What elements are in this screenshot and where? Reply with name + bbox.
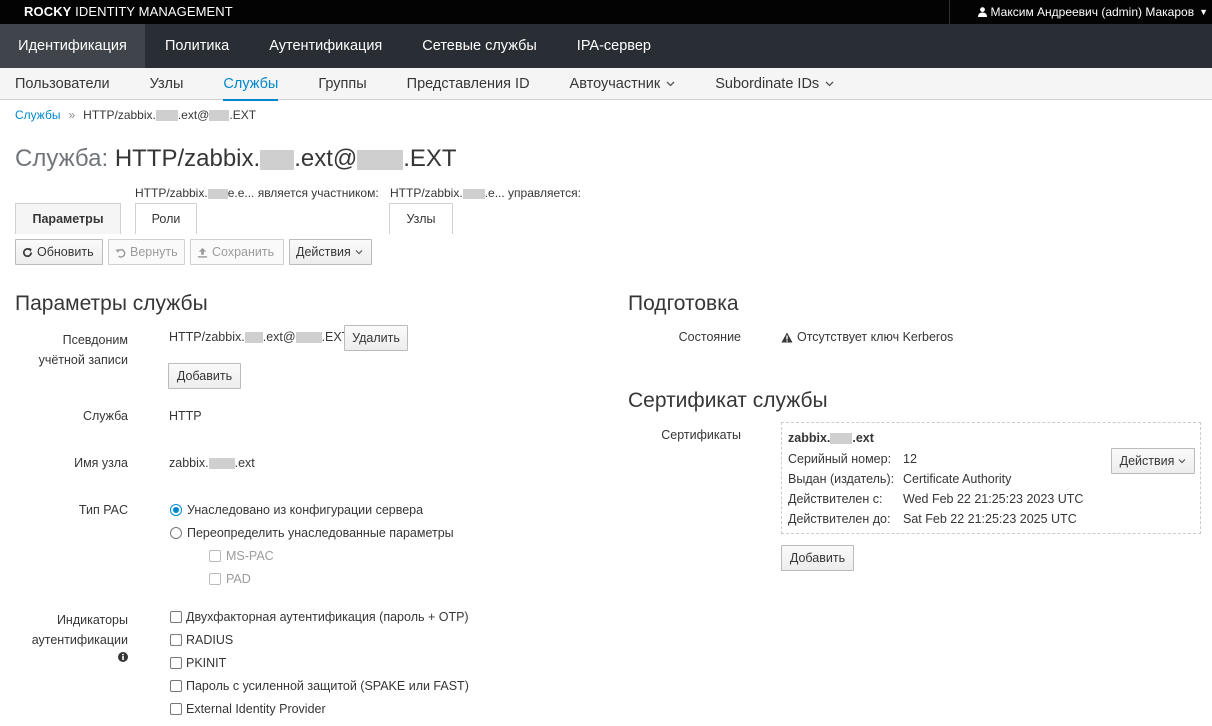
auth-otp-checkbox[interactable] (170, 611, 182, 623)
refresh-button[interactable]: Обновить (15, 239, 103, 265)
service-label: Служба (82, 409, 128, 423)
tab-hosts[interactable]: Узлы (389, 203, 453, 234)
serial-label: Серийный номер: (788, 452, 892, 466)
auth-radius-label: RADIUS (186, 633, 234, 647)
chevron-down-icon (666, 81, 675, 87)
redacted-mask (260, 149, 295, 170)
alias-label: Псевдоним учётной записи (38, 333, 128, 367)
add-alias-button[interactable]: Добавить (168, 363, 241, 389)
issuer-value: Certificate Authority (903, 472, 1012, 486)
tab-settings[interactable]: Параметры (15, 203, 121, 234)
redacted-mask (155, 110, 178, 122)
chevron-down-icon (355, 250, 363, 255)
certificate-card: zabbix. .ext Серийный номер: 12 Выдан (из… (781, 422, 1201, 534)
sub-nav: Пользователи Узлы Службы Группы Представ… (0, 68, 1212, 101)
certificates-label: Сертификаты (661, 428, 741, 442)
pad-label: PAD (226, 572, 251, 586)
state-value: Отсутствует ключ Kerberos (781, 330, 953, 344)
subnav-subordinate-ids[interactable]: Subordinate IDs (695, 68, 854, 100)
subnav-id-views[interactable]: Представления ID (387, 68, 550, 100)
serial-value: 12 (903, 452, 917, 466)
service-value: HTTP (169, 409, 202, 423)
subnav-services[interactable]: Службы (203, 68, 298, 101)
undo-icon (115, 248, 126, 258)
nav-authentication[interactable]: Аутентификация (249, 24, 402, 68)
upload-icon (197, 247, 208, 258)
valid-to-value: Sat Feb 22 21:25:23 2025 UTC (903, 512, 1077, 526)
refresh-icon (23, 247, 32, 257)
breadcrumb: Службы » HTTP/zabbix. .ext@ .EXT (15, 108, 256, 122)
facet-group-member-label: HTTP/zabbix. e.e... является участником: (135, 186, 379, 200)
redacted-mask (462, 188, 485, 199)
auth-idp-label: External Identity Provider (186, 702, 326, 716)
user-menu[interactable]: Максим Андреевич (admin) Макаров ▼ (948, 0, 1212, 24)
actions-dropdown-button[interactable]: Действия (289, 239, 372, 265)
section-title-certificate: Сертификат службы (628, 389, 828, 412)
nav-network-services[interactable]: Сетевые службы (402, 24, 557, 68)
top-bar: ROCKY IDENTITY MANAGEMENT Максим Андреев… (0, 0, 1212, 24)
redacted-mask (209, 110, 230, 122)
chevron-down-icon (825, 81, 834, 87)
subnav-groups[interactable]: Группы (298, 68, 386, 100)
ms-pac-label: MS-PAC (226, 549, 274, 563)
auth-hardened-label: Пароль с усиленной защитой (SPAKE или FA… (186, 679, 469, 693)
subnav-automember[interactable]: Автоучастник (550, 68, 696, 100)
breadcrumb-separator: » (68, 108, 76, 122)
valid-from-value: Wed Feb 22 21:25:23 2023 UTC (903, 492, 1084, 506)
host-name-value: zabbix. .ext (169, 456, 255, 470)
breadcrumb-current: HTTP/zabbix. .ext@ .EXT (83, 108, 257, 122)
user-name: Максим Андреевич (admin) Макаров (990, 5, 1195, 19)
user-icon (977, 7, 987, 17)
pac-inherit-radio[interactable] (170, 504, 182, 516)
section-title-settings: Параметры службы (15, 292, 208, 315)
subnav-hosts[interactable]: Узлы (130, 68, 204, 100)
revert-button[interactable]: Вернуть (108, 239, 185, 265)
host-name-label: Имя узла (74, 456, 128, 470)
redacted-mask (207, 188, 228, 199)
valid-from-label: Действителен с: (788, 492, 883, 506)
pac-inherit-label: Унаследовано из конфигурации сервера (187, 503, 424, 517)
auth-idp-checkbox[interactable] (170, 703, 182, 715)
delete-alias-button[interactable]: Удалить (344, 325, 408, 351)
valid-to-label: Действителен до: (788, 512, 891, 526)
warning-icon (781, 332, 793, 342)
pac-type-label: Тип PAC (78, 503, 128, 517)
facet-group-managed-label: HTTP/zabbix. .e... управляется: (390, 186, 581, 200)
redacted-mask (295, 332, 322, 344)
auth-radius-checkbox[interactable] (170, 634, 182, 646)
nav-identity[interactable]: Идентификация (0, 24, 145, 68)
pac-override-radio[interactable] (170, 527, 182, 539)
alias-value: HTTP/zabbix. .ext@ .EXT (169, 330, 350, 344)
ms-pac-checkbox[interactable] (209, 550, 221, 562)
main-nav: Идентификация Политика Аутентификация Се… (0, 24, 1212, 68)
pad-checkbox[interactable] (209, 573, 221, 585)
auth-indicators-label: Индикаторы аутентификации (31, 613, 128, 647)
subnav-users[interactable]: Пользователи (0, 68, 130, 100)
page-title: Служба: HTTP/zabbix. .ext@ .EXT (15, 145, 457, 172)
tab-roles[interactable]: Роли (135, 203, 197, 234)
chevron-down-icon: ▼ (1199, 7, 1208, 17)
auth-otp-label: Двухфакторная аутентификация (пароль + O… (186, 610, 469, 624)
add-certificate-button[interactable]: Добавить (781, 545, 854, 571)
auth-pkinit-label: PKINIT (186, 656, 227, 670)
breadcrumb-services-link[interactable]: Службы (15, 108, 60, 122)
nav-policy[interactable]: Политика (145, 24, 249, 68)
nav-ipa-server[interactable]: IPA-сервер (557, 24, 671, 68)
auth-hardened-checkbox[interactable] (170, 680, 182, 692)
redacted-mask (830, 433, 853, 445)
redacted-mask (357, 149, 404, 170)
redacted-mask (244, 332, 263, 344)
pac-override-label: Переопределить унаследованные параметры (187, 526, 454, 540)
certificate-actions-button[interactable]: Действия (1111, 448, 1195, 474)
save-button[interactable]: Сохранить (190, 239, 284, 265)
auth-pkinit-checkbox[interactable] (170, 657, 182, 669)
chevron-down-icon (1178, 459, 1186, 464)
info-icon[interactable] (118, 652, 128, 662)
section-title-provisioning: Подготовка (628, 292, 739, 315)
state-label: Состояние (678, 330, 741, 344)
brand-logo: ROCKY IDENTITY MANAGEMENT (24, 4, 233, 19)
certificate-name: zabbix. .ext (788, 431, 874, 445)
issuer-label: Выдан (издатель): (788, 472, 895, 486)
redacted-mask (208, 458, 235, 470)
